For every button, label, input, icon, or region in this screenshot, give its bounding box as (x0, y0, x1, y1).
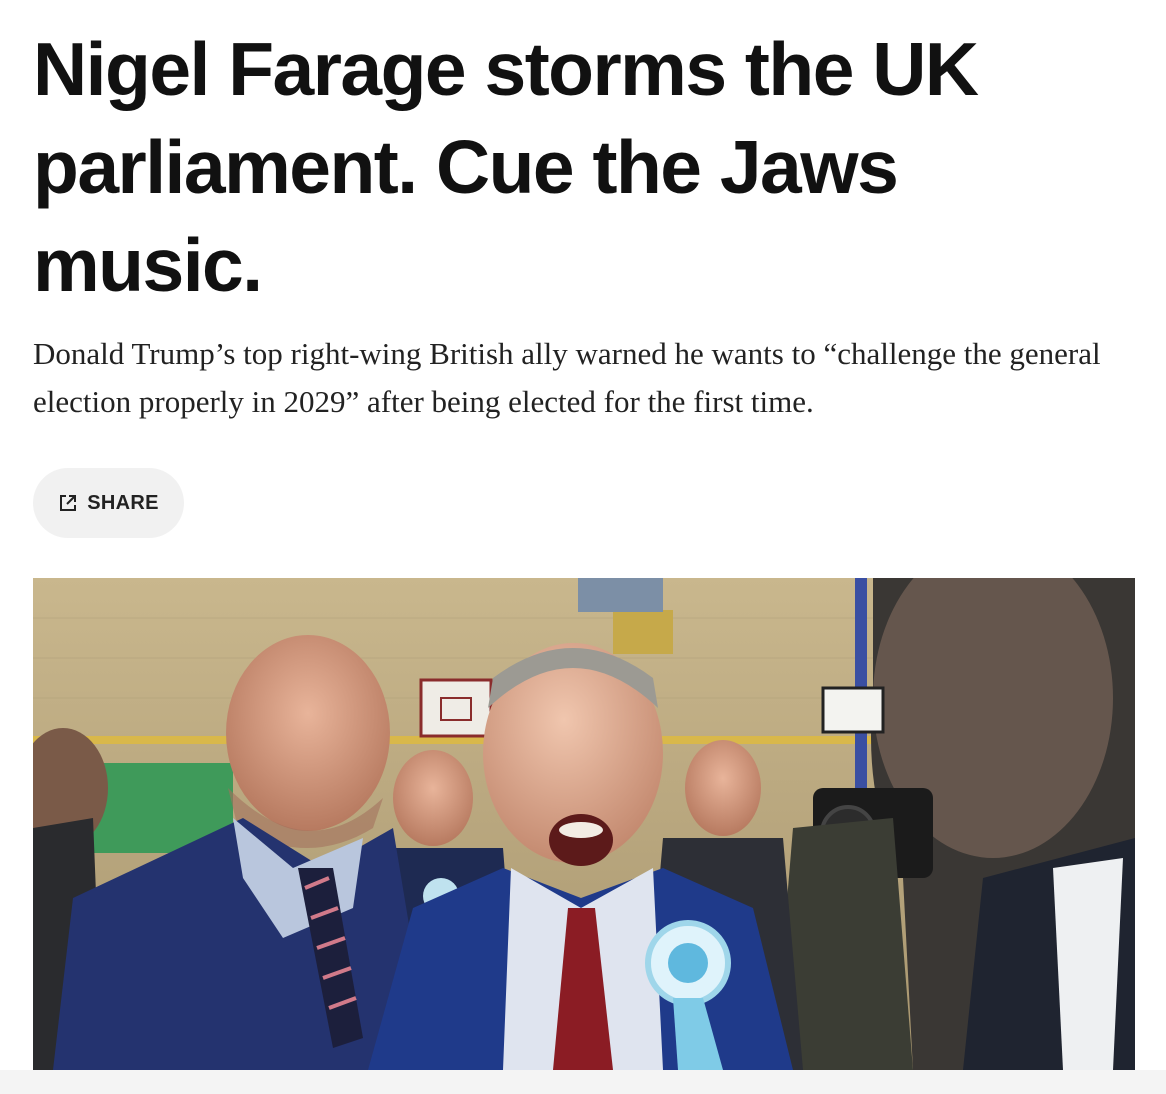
article-headline: Nigel Farage storms the UK parliament. C… (33, 27, 979, 307)
external-link-icon (60, 495, 77, 511)
lead-photo (33, 578, 1135, 1070)
article-dek: Donald Trump’s top right-wing British al… (33, 336, 1101, 419)
share-button[interactable]: SHARE (33, 468, 184, 538)
bottom-divider (0, 1070, 1166, 1094)
article-page: Nigel Farage storms the UK parliament. C… (0, 0, 1166, 1094)
lead-photo-illustration (33, 578, 1135, 1070)
share-label: SHARE (87, 491, 159, 514)
